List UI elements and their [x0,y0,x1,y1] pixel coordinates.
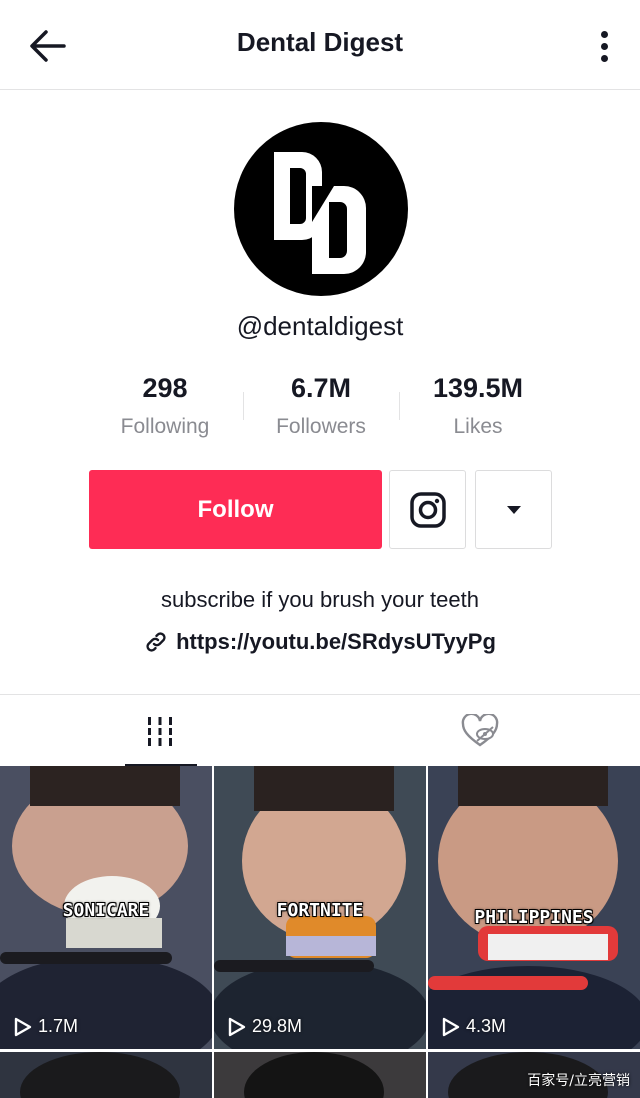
stat-likes[interactable]: 139.5M Likes [398,373,558,439]
caret-down-icon [506,505,521,514]
grid-icon [148,717,172,746]
username-handle: @dentaldigest [236,311,404,341]
view-count: 1.7M [14,1016,78,1037]
video-caption: FORTNITE [276,900,364,921]
video-thumbnail-image [20,1052,180,1098]
video-thumbnail[interactable] [214,1052,426,1098]
video-thumbnail[interactable]: SONICARE 1.7M [0,766,212,1049]
video-thumbnail[interactable] [0,1052,212,1098]
suggested-accounts-button[interactable] [475,470,552,549]
more-options-icon[interactable] [594,24,614,68]
instagram-icon [409,491,446,528]
link-icon [146,632,166,652]
followers-label: Followers [276,415,366,438]
video-thumbnail[interactable]: FORTNITE 29.8M [214,766,426,1049]
liked-hidden-icon [461,714,499,747]
instagram-button[interactable] [389,470,466,549]
view-count: 4.3M [442,1016,506,1037]
view-count-text: 1.7M [38,1016,79,1036]
bio-link[interactable]: https://youtu.be/SRdysUTyyPg [0,629,640,655]
watermark: 百家号/立亮营销 [527,1073,630,1089]
likes-count: 139.5M [432,373,524,403]
video-thumbnail[interactable]: PHILIPPINES 4.3M [428,766,640,1049]
video-grid: SONICARE 1.7M FORTNITE 29.8M PHILIPPINES… [0,766,640,1098]
view-count-text: 29.8M [252,1016,303,1036]
following-count: 298 [142,373,188,403]
video-caption: PHILIPPINES [474,907,594,928]
top-bar: Dental Digest [0,0,640,90]
tab-videos[interactable] [0,695,320,767]
avatar[interactable] [234,122,408,296]
view-count: 29.8M [228,1016,302,1037]
followers-count: 6.7M [290,373,352,403]
play-icon [14,1017,32,1036]
stat-followers[interactable]: 6.7M Followers [241,373,401,439]
likes-label: Likes [453,415,503,438]
page-title: Dental Digest [236,27,404,57]
play-icon [228,1017,246,1036]
stat-following[interactable]: 298 Following [85,373,245,439]
video-caption: SONICARE [62,900,150,921]
bio-text: subscribe if you brush your teeth [161,587,479,612]
tab-liked[interactable] [320,695,640,767]
following-label: Following [120,415,210,438]
profile-tabs [0,694,640,767]
video-thumbnail-image [244,1052,384,1098]
view-count-text: 4.3M [466,1016,507,1036]
follow-button[interactable]: Follow [89,470,382,549]
bio-link-text: https://youtu.be/SRdysUTyyPg [176,629,496,654]
play-icon [442,1017,460,1036]
